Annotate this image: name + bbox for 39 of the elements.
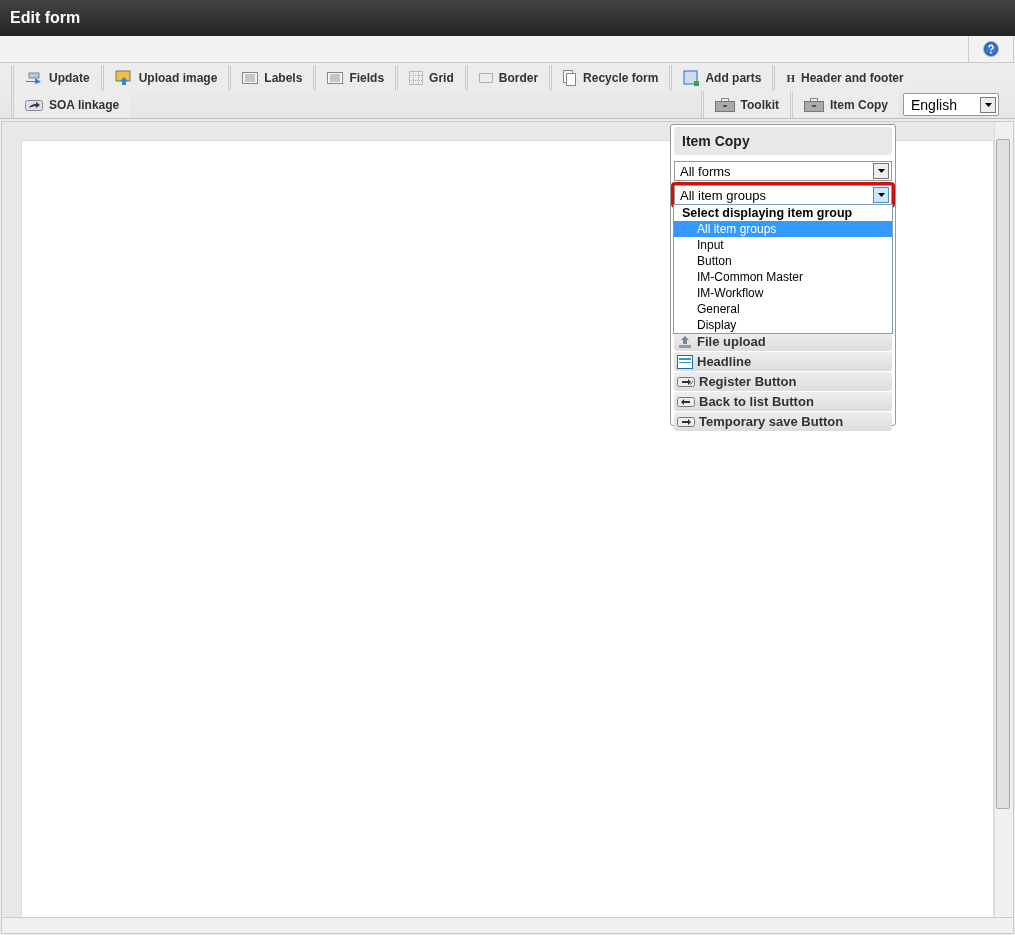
item-entry[interactable]: Headline bbox=[674, 352, 892, 371]
item-entry[interactable]: Temporary save Button bbox=[674, 412, 892, 431]
dropdown-option[interactable]: Input bbox=[674, 237, 892, 253]
documents-icon bbox=[563, 70, 578, 86]
caret-icon bbox=[877, 169, 885, 173]
grid-icon bbox=[409, 71, 424, 85]
form-select[interactable]: All forms bbox=[674, 161, 892, 181]
toolbar-tab[interactable]: Toolkit bbox=[700, 91, 790, 118]
list-icon bbox=[327, 72, 344, 84]
dotted-border-icon bbox=[478, 73, 493, 83]
toolbox-icon bbox=[804, 97, 824, 112]
caret-icon bbox=[877, 193, 885, 197]
upload-icon bbox=[677, 334, 693, 349]
caret-icon bbox=[984, 102, 992, 107]
help-icon[interactable] bbox=[983, 41, 999, 57]
headline-icon bbox=[677, 354, 693, 369]
group-select[interactable]: All item groups bbox=[674, 185, 892, 205]
toolbar-tab[interactable]: Item Copy bbox=[790, 91, 899, 118]
arrow-icon bbox=[25, 72, 43, 84]
dropdown-option[interactable]: General bbox=[674, 301, 892, 317]
item-entry[interactable]: Register Button bbox=[674, 372, 892, 391]
horizontal-scrollbar[interactable] bbox=[1, 917, 1014, 934]
vertical-scrollbar[interactable] bbox=[994, 122, 1013, 917]
dropdown-option[interactable]: Display bbox=[674, 317, 892, 333]
toolbox-icon bbox=[714, 97, 735, 112]
list-icon bbox=[242, 72, 259, 84]
header-icon: H bbox=[786, 72, 796, 84]
dropdown-option[interactable]: IM-Common Master bbox=[674, 269, 892, 285]
window-title: Edit form bbox=[10, 9, 81, 27]
dropdown-option[interactable]: IM-Workflow bbox=[674, 285, 892, 301]
toolbar-tab[interactable]: SOA linkage bbox=[11, 91, 131, 118]
share-icon bbox=[25, 98, 43, 111]
option-group-label: Select displaying item group bbox=[681, 205, 854, 221]
image-upload-icon bbox=[114, 70, 133, 86]
square-icon bbox=[683, 70, 700, 86]
dropdown-option[interactable]: Button bbox=[674, 253, 892, 269]
panel-title: Item Copy bbox=[674, 127, 892, 155]
item-entry[interactable]: Back to list Button bbox=[674, 392, 892, 411]
language-select[interactable]: English bbox=[903, 93, 999, 116]
